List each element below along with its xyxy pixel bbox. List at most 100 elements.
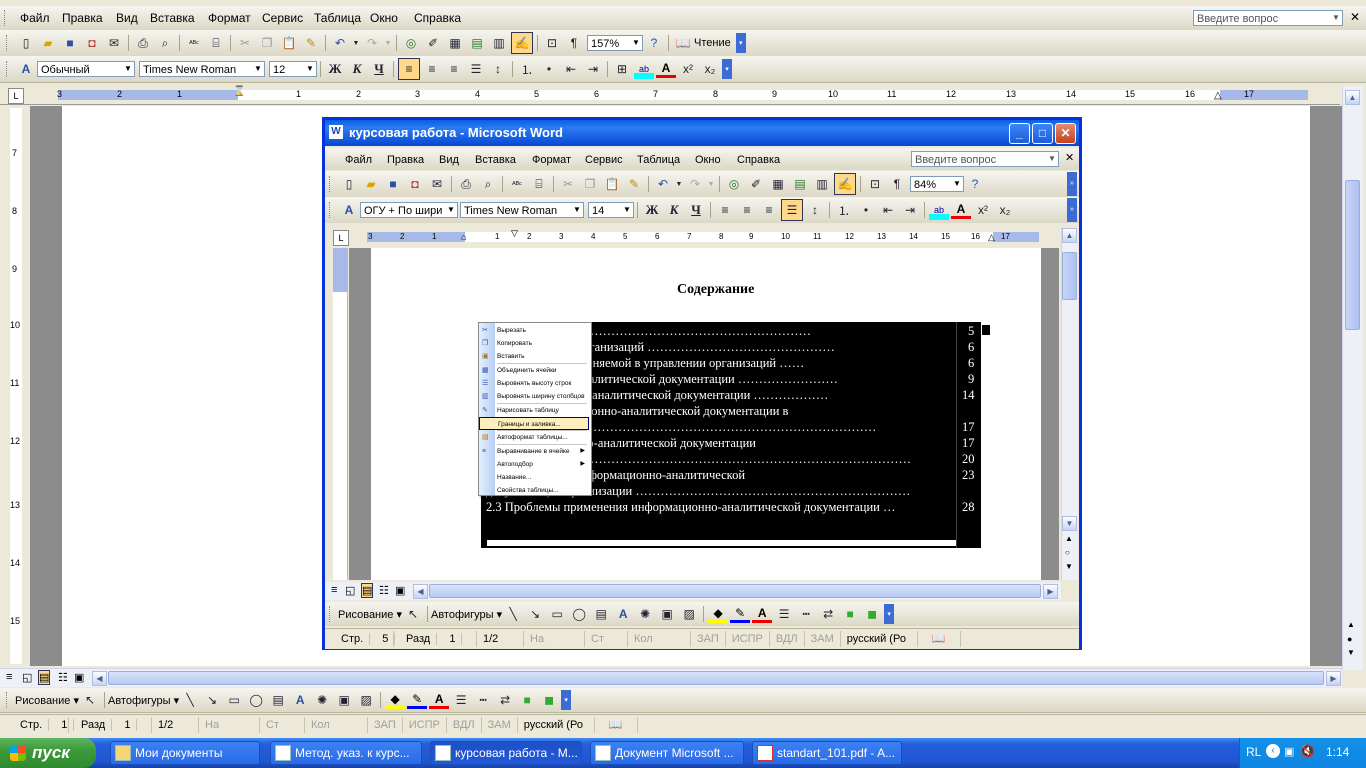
permission-icon[interactable]: ◘ bbox=[405, 174, 425, 194]
highlight-icon[interactable]: ab bbox=[634, 59, 654, 79]
redo-dropdown-icon[interactable]: ▼ bbox=[384, 33, 392, 53]
paste-icon[interactable]: 📋 bbox=[602, 174, 622, 194]
inner-scroll-thumb[interactable] bbox=[1062, 252, 1077, 300]
diagram-icon[interactable]: ✺ bbox=[635, 604, 655, 624]
styles-pane-icon[interactable]: A bbox=[339, 200, 359, 220]
inner-next-page-icon[interactable]: ▼ bbox=[1065, 562, 1073, 571]
inner-menu-view[interactable]: Вид bbox=[437, 150, 461, 170]
inner-horizontal-ruler[interactable]: L 3 2 1 1 2 3 4 5 6 7 8 9 10 11 12 13 14… bbox=[325, 228, 1061, 246]
align-right-icon[interactable]: ≡ bbox=[759, 200, 779, 220]
picture-icon[interactable]: ▨ bbox=[679, 604, 699, 624]
inner-scroll-right-icon[interactable]: ▶ bbox=[1043, 584, 1058, 599]
cut-icon[interactable]: ✂ bbox=[558, 174, 578, 194]
toolbar-options-icon[interactable]: ▾ bbox=[722, 59, 732, 79]
ctx-autofit[interactable]: Автоподбор ▶ bbox=[479, 458, 589, 471]
outer-vertical-scrollbar[interactable]: ▲ ▲ ● ▼ bbox=[1342, 86, 1363, 670]
outer-horizontal-ruler[interactable]: L 3 2 1 1 2 3 4 5 6 7 8 9 10 11 12 13 14… bbox=[0, 86, 1340, 105]
underline-icon[interactable]: Ч bbox=[369, 59, 389, 79]
new-doc-icon[interactable]: ▯ bbox=[339, 174, 359, 194]
ctx-paste[interactable]: ▣ Вставить bbox=[479, 350, 589, 363]
justify-icon[interactable]: ☰ bbox=[466, 59, 486, 79]
ask-question-input[interactable]: Введите вопрос ▼ bbox=[1193, 10, 1343, 26]
numbering-icon[interactable]: ⒈ bbox=[834, 200, 854, 220]
font-size-dropdown-icon[interactable]: ▼ bbox=[304, 62, 316, 76]
select-objects-icon[interactable]: ↖ bbox=[80, 690, 100, 710]
inner-zoom-combo[interactable]: 84% ▼ bbox=[910, 176, 964, 192]
redo-icon[interactable]: ↷ bbox=[685, 174, 705, 194]
status-trk[interactable]: ИСПР bbox=[403, 717, 447, 733]
inner-hanging-indent-marker[interactable]: ⌂ bbox=[461, 232, 466, 242]
task-my-documents[interactable]: Мои документы bbox=[110, 741, 260, 765]
menu-table[interactable]: Таблица bbox=[312, 8, 363, 28]
save-icon[interactable]: ■ bbox=[383, 174, 403, 194]
word-app-icon[interactable]: W bbox=[329, 125, 343, 139]
inner-menu-format[interactable]: Формат bbox=[530, 150, 573, 170]
underline-icon[interactable]: Ч bbox=[686, 200, 706, 220]
inner-drawing-menu-button[interactable]: Рисование ▾ bbox=[338, 608, 402, 621]
diagram-icon[interactable]: ✺ bbox=[312, 690, 332, 710]
inner-style-dropdown-icon[interactable]: ▼ bbox=[445, 203, 457, 217]
task-pdf[interactable]: standart_101.pdf - A... bbox=[752, 741, 902, 765]
drawing-menu-button[interactable]: Рисование ▾ bbox=[15, 694, 79, 707]
status-rec[interactable]: ЗАП bbox=[368, 717, 403, 733]
undo-icon[interactable]: ↶ bbox=[653, 174, 673, 194]
columns-icon[interactable]: ▥ bbox=[812, 174, 832, 194]
inner-ask-question-input[interactable]: Введите вопрос ▼ bbox=[911, 151, 1059, 167]
inner-menu-window[interactable]: Окно bbox=[693, 150, 723, 170]
inner-zoom-dropdown-icon[interactable]: ▼ bbox=[951, 177, 963, 191]
align-right-icon[interactable]: ≡ bbox=[444, 59, 464, 79]
hyperlink-icon[interactable]: ◎ bbox=[724, 174, 744, 194]
inner-browse-object-icon[interactable]: ○ bbox=[1065, 548, 1070, 557]
arrow-icon[interactable]: ↘ bbox=[202, 690, 222, 710]
toolbar-options-icon[interactable]: ▾ bbox=[884, 604, 895, 624]
inner-spelling-status-icon[interactable]: 📖 bbox=[918, 631, 961, 647]
hyperlink-icon[interactable]: ◎ bbox=[401, 33, 421, 53]
normal-view-icon[interactable]: ≡ bbox=[6, 671, 12, 683]
style-dropdown-icon[interactable]: ▼ bbox=[122, 62, 134, 76]
volume-icon[interactable]: 🔇 bbox=[1300, 744, 1315, 758]
menu-view[interactable]: Вид bbox=[114, 8, 140, 28]
spelling-icon[interactable]: ᴬᴮᶜ bbox=[507, 174, 527, 194]
rectangle-icon[interactable]: ▭ bbox=[547, 604, 567, 624]
minimize-button[interactable]: _ bbox=[1009, 123, 1030, 144]
inner-status-rec[interactable]: ЗАП bbox=[691, 631, 726, 647]
select-objects-icon[interactable]: ↖ bbox=[403, 604, 423, 624]
subscript-icon[interactable]: x₂ bbox=[700, 59, 720, 79]
inner-ask-dropdown-icon[interactable]: ▼ bbox=[1046, 152, 1058, 166]
line-color-icon[interactable]: ✎ bbox=[407, 692, 428, 709]
menu-tools[interactable]: Сервис bbox=[260, 8, 305, 28]
zoom-dropdown-icon[interactable]: ▼ bbox=[630, 36, 642, 50]
undo-icon[interactable]: ↶ bbox=[330, 33, 350, 53]
read-mode-icon[interactable]: 📖 bbox=[673, 33, 693, 53]
increase-indent-icon[interactable]: ⇥ bbox=[900, 200, 920, 220]
bold-icon[interactable]: Ж bbox=[642, 200, 662, 220]
toolbar-options-icon[interactable]: ▾ bbox=[735, 33, 746, 53]
tray-back-icon[interactable]: ‹ bbox=[1266, 744, 1280, 758]
outline-view-icon[interactable]: ☷ bbox=[58, 671, 68, 684]
task-method-doc[interactable]: Метод. указ. к курс... bbox=[270, 741, 422, 765]
3d-icon[interactable]: ◼ bbox=[539, 690, 559, 710]
line-icon[interactable]: ╲ bbox=[503, 604, 523, 624]
italic-icon[interactable]: К bbox=[347, 59, 367, 79]
numbering-icon[interactable]: ⒈ bbox=[517, 59, 537, 79]
align-center-icon[interactable]: ≡ bbox=[737, 200, 757, 220]
toolbar-grip[interactable] bbox=[6, 61, 11, 77]
textbox-icon[interactable]: ▤ bbox=[591, 604, 611, 624]
font-combo[interactable]: Times New Roman ▼ bbox=[139, 61, 265, 77]
decrease-indent-icon[interactable]: ⇤ bbox=[878, 200, 898, 220]
styles-pane-icon[interactable]: A bbox=[16, 59, 36, 79]
research-icon[interactable]: ⌸ bbox=[529, 174, 549, 194]
zoom-combo[interactable]: 157% ▼ bbox=[587, 35, 643, 51]
web-view-icon[interactable]: ◱ bbox=[22, 671, 32, 684]
start-button[interactable]: пуск bbox=[0, 738, 96, 768]
insert-excel-icon[interactable]: ▤ bbox=[467, 33, 487, 53]
close-button[interactable]: ✕ bbox=[1055, 123, 1076, 144]
cut-icon[interactable]: ✂ bbox=[235, 33, 255, 53]
ctx-table-properties[interactable]: Свойства таблицы... bbox=[479, 484, 589, 497]
clipart-icon[interactable]: ▣ bbox=[334, 690, 354, 710]
inner-vertical-scrollbar[interactable]: ▲ ▼ ▲ ○ ▼ bbox=[1061, 228, 1078, 580]
borders-icon[interactable]: ⊞ bbox=[612, 59, 632, 79]
redo-dropdown-icon[interactable]: ▼ bbox=[707, 174, 715, 194]
print-preview-icon[interactable]: ⌕ bbox=[478, 174, 498, 194]
copy-icon[interactable]: ❐ bbox=[580, 174, 600, 194]
